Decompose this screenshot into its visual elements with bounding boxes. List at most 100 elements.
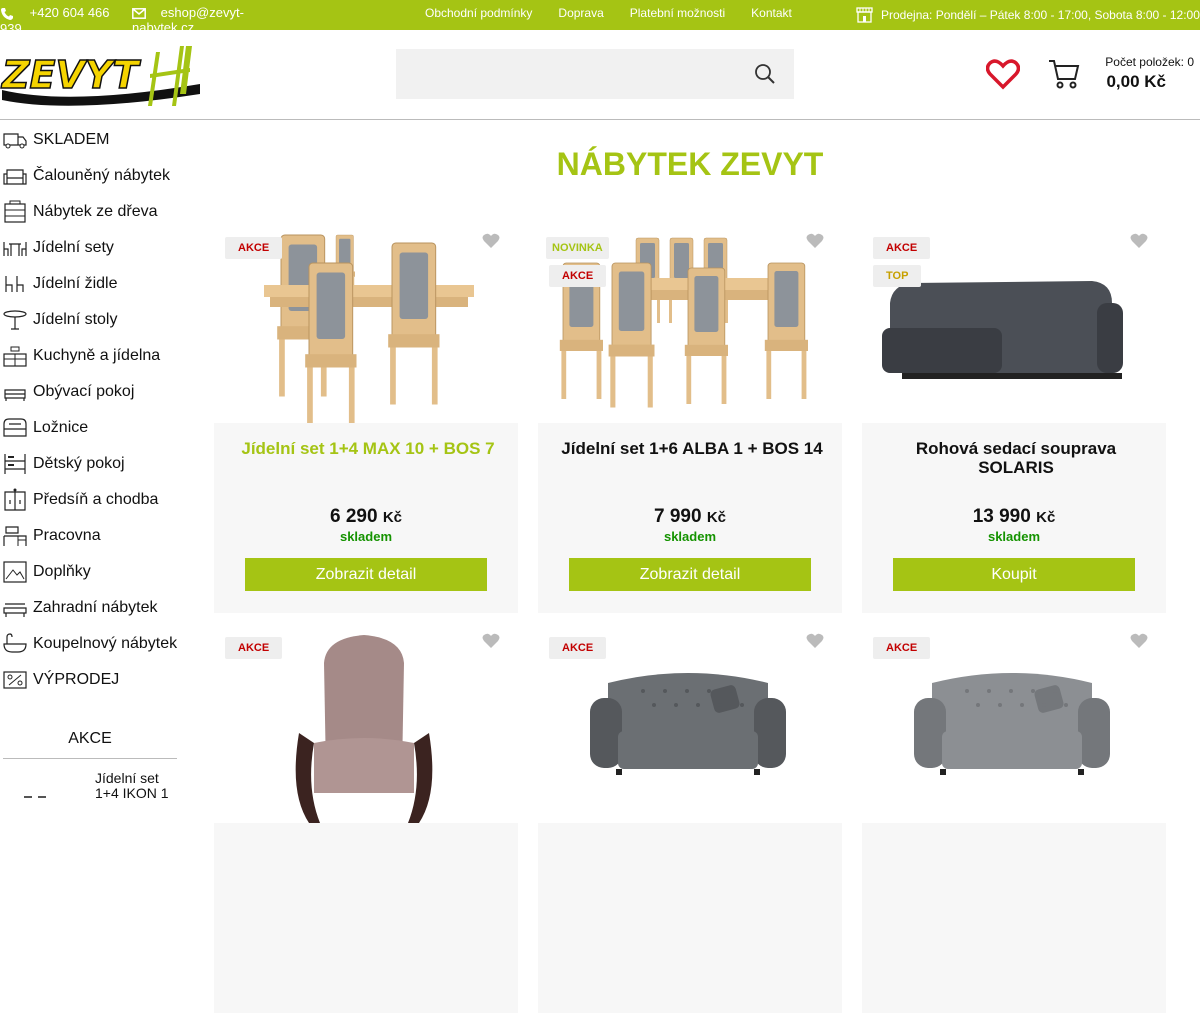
akce-product-link[interactable]: Jídelní set 1+4 IKON 1: [95, 771, 185, 801]
product-card[interactable]: AKCE Jídelní set 1+4 MAX 10 + BOS 7 6 290 …: [214, 223, 518, 613]
link-shipping[interactable]: Doprava: [558, 6, 603, 20]
dresser-icon: [0, 200, 30, 224]
heart-icon[interactable]: [806, 233, 824, 249]
price-currency: Kč: [382, 509, 402, 526]
product-card[interactable]: AKCE: [862, 623, 1166, 1013]
product-badge: AKCE: [873, 637, 931, 659]
price-value: 13 990: [972, 506, 1031, 527]
sidebar-item[interactable]: Zahradní nábytek: [0, 590, 180, 626]
sidebar-item[interactable]: Jídelní stoly: [0, 302, 180, 338]
sidebar-item[interactable]: Obývací pokoj: [0, 374, 180, 410]
product-badge: AKCE: [225, 237, 283, 259]
sofa-icon: [0, 380, 30, 404]
sidebar-item[interactable]: Koupelnový nábytek: [0, 626, 180, 662]
dining-set-icon: [0, 236, 30, 260]
product-badge: TOP: [873, 265, 922, 287]
product-price: 13 990 Kč: [862, 506, 1166, 528]
product-badge: NOVINKA: [546, 237, 609, 259]
picture-icon: [0, 560, 30, 584]
sidebar-item[interactable]: Čalouněný nábytek: [0, 158, 180, 194]
top-bar: +420 604 466 939 eshop@zevyt-nabytek.cz …: [0, 0, 1200, 35]
product-card[interactable]: AKCE: [214, 623, 518, 1013]
sidebar-item-label: Předsíň a chodba: [33, 491, 159, 508]
product-badge: AKCE: [873, 237, 931, 259]
product-badge: AKCE: [549, 637, 607, 659]
link-terms[interactable]: Obchodní podmínky: [425, 6, 532, 20]
product-action-button[interactable]: Koupit: [893, 558, 1135, 591]
product-price: 7 990 Kč: [538, 506, 842, 528]
sidebar-item-label: Nábytek ze dřeva: [33, 203, 158, 220]
wishlist-button[interactable]: [985, 58, 1021, 95]
product-card[interactable]: NOVINKA AKCE Jídelní set 1+6 ALBA 1 + BOS …: [538, 223, 842, 613]
heart-icon[interactable]: [806, 633, 824, 649]
price-value: 6 290: [329, 506, 378, 527]
product-card[interactable]: AKCE TOP Rohová sedací souprava SOLARIS 13 …: [862, 223, 1166, 613]
sidebar-item[interactable]: SKLADEM: [0, 122, 180, 158]
armchair-icon: [0, 164, 30, 188]
sidebar-item-label: Dětský pokoj: [33, 455, 125, 472]
akce-product-thumbnail[interactable]: [20, 790, 70, 800]
sidebar-item-label: Obývací pokoj: [33, 383, 135, 400]
garden-bench-icon: [0, 596, 30, 620]
product-name[interactable]: Rohová sedací souprava SOLARIS: [876, 439, 1156, 477]
heart-icon[interactable]: [482, 233, 500, 249]
sidebar-item[interactable]: Ložnice: [0, 410, 180, 446]
sidebar-item-label: Čalouněný nábytek: [33, 167, 170, 184]
header: ZEVYT Počet položek: 0 0,00 Kč: [0, 30, 1200, 120]
envelope-icon: [132, 8, 146, 20]
store-hours-text: Prodejna: Pondělí – Pátek 8:00 - 17:00, …: [881, 8, 1200, 22]
chairs-icon: [0, 272, 30, 296]
phone-icon: [1, 7, 13, 20]
logo-text: ZEVYT: [1, 53, 141, 97]
product-action-button[interactable]: Zobrazit detail: [569, 558, 811, 591]
heart-icon[interactable]: [1130, 233, 1148, 249]
sidebar-item-label: Kuchyně a jídelna: [33, 347, 161, 364]
heart-icon[interactable]: [1130, 633, 1148, 649]
sidebar-item[interactable]: Pracovna: [0, 518, 180, 554]
sidebar-item[interactable]: Dětský pokoj: [0, 446, 180, 482]
sidebar-item-label: Jídelní židle: [33, 275, 118, 292]
category-sidebar: SKLADEM Čalouněný nábytek Nábytek ze dřeva…: [0, 122, 180, 698]
product-name[interactable]: Jídelní set 1+6 ALBA 1 + BOS 14: [552, 439, 832, 458]
sidebar-item-label: Jídelní stoly: [33, 311, 118, 328]
search-input[interactable]: [396, 49, 794, 99]
product-badge: AKCE: [225, 637, 283, 659]
cart-icon: [1049, 60, 1080, 89]
stock-status: skladem: [339, 529, 393, 544]
product-name[interactable]: Jídelní set 1+4 MAX 10 + BOS 7: [228, 439, 508, 458]
price-value: 7 990: [653, 506, 702, 527]
sidebar-item-label: VÝPRODEJ: [33, 671, 120, 688]
cart-button[interactable]: [1048, 58, 1080, 95]
sidebar-item-label: Jídelní sety: [33, 239, 114, 256]
top-links: Obchodní podmínky Doprava Platební možno…: [425, 6, 818, 20]
stock-status: skladem: [987, 529, 1041, 544]
link-payment[interactable]: Platební možnosti: [630, 6, 725, 20]
sidebar-item[interactable]: Doplňky: [0, 554, 180, 590]
product-card[interactable]: AKCE: [538, 623, 842, 1013]
cart-summary[interactable]: Počet položek: 0 0,00 Kč: [1105, 55, 1194, 92]
store-icon: [856, 7, 873, 23]
desk-icon: [0, 524, 30, 548]
wardrobe-icon: [0, 488, 30, 512]
bed-icon: [0, 416, 30, 440]
sidebar-item[interactable]: Jídelní židle: [0, 266, 180, 302]
sidebar-item[interactable]: Kuchyně a jídelna: [0, 338, 180, 374]
sale-icon: [0, 668, 30, 692]
sidebar-item-label: Doplňky: [33, 563, 91, 580]
sidebar-item[interactable]: Jídelní sety: [0, 230, 180, 266]
heart-icon[interactable]: [482, 633, 500, 649]
heart-icon: [985, 59, 1021, 90]
product-badge: AKCE: [549, 265, 607, 287]
product-action-button[interactable]: Zobrazit detail: [245, 558, 487, 591]
link-contact[interactable]: Kontakt: [751, 6, 792, 20]
table-icon: [0, 308, 30, 332]
sidebar-item-label: Koupelnový nábytek: [33, 635, 178, 652]
logo[interactable]: ZEVYT: [0, 44, 200, 110]
stock-status: skladem: [663, 529, 717, 544]
sidebar-item-label: Zahradní nábytek: [33, 599, 158, 616]
sidebar-item[interactable]: Nábytek ze dřeva: [0, 194, 180, 230]
search-icon[interactable]: [754, 63, 776, 85]
sidebar-item[interactable]: VÝPRODEJ: [0, 662, 180, 698]
akce-heading: AKCE: [3, 730, 177, 759]
sidebar-item[interactable]: Předsíň a chodba: [0, 482, 180, 518]
